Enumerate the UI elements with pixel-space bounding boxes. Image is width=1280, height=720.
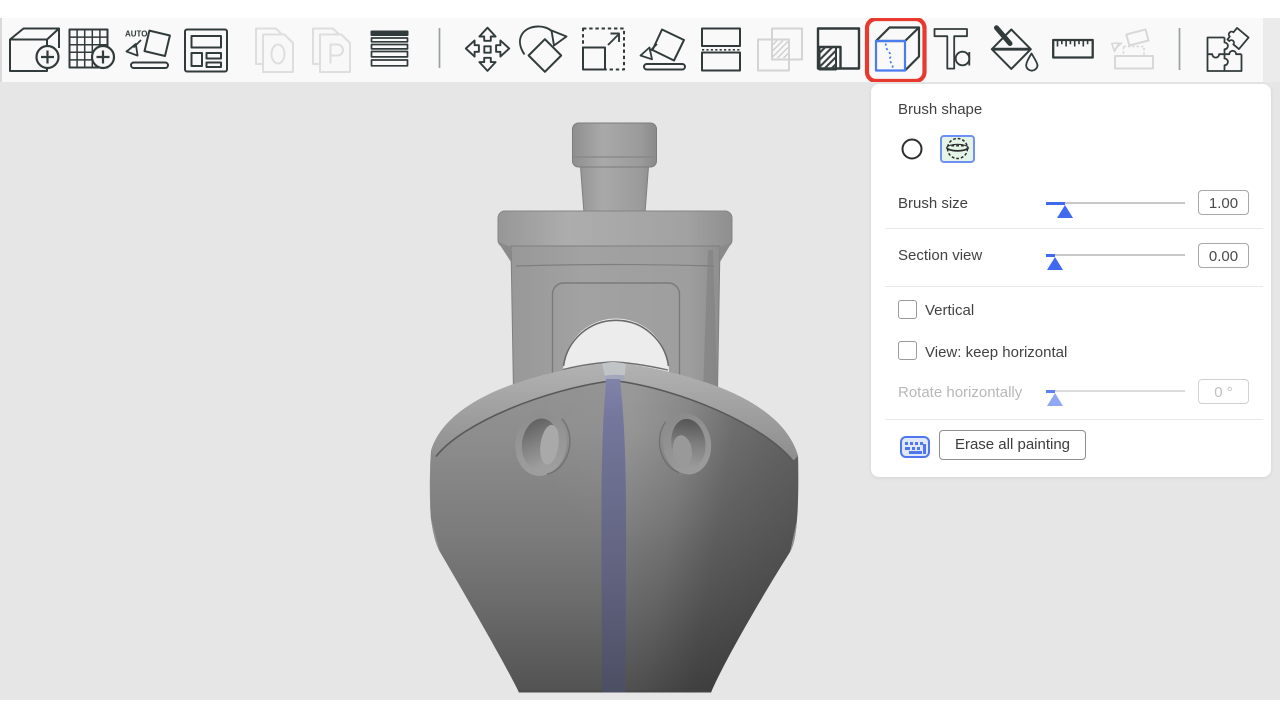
svg-text:AUTO: AUTO: [125, 30, 148, 39]
